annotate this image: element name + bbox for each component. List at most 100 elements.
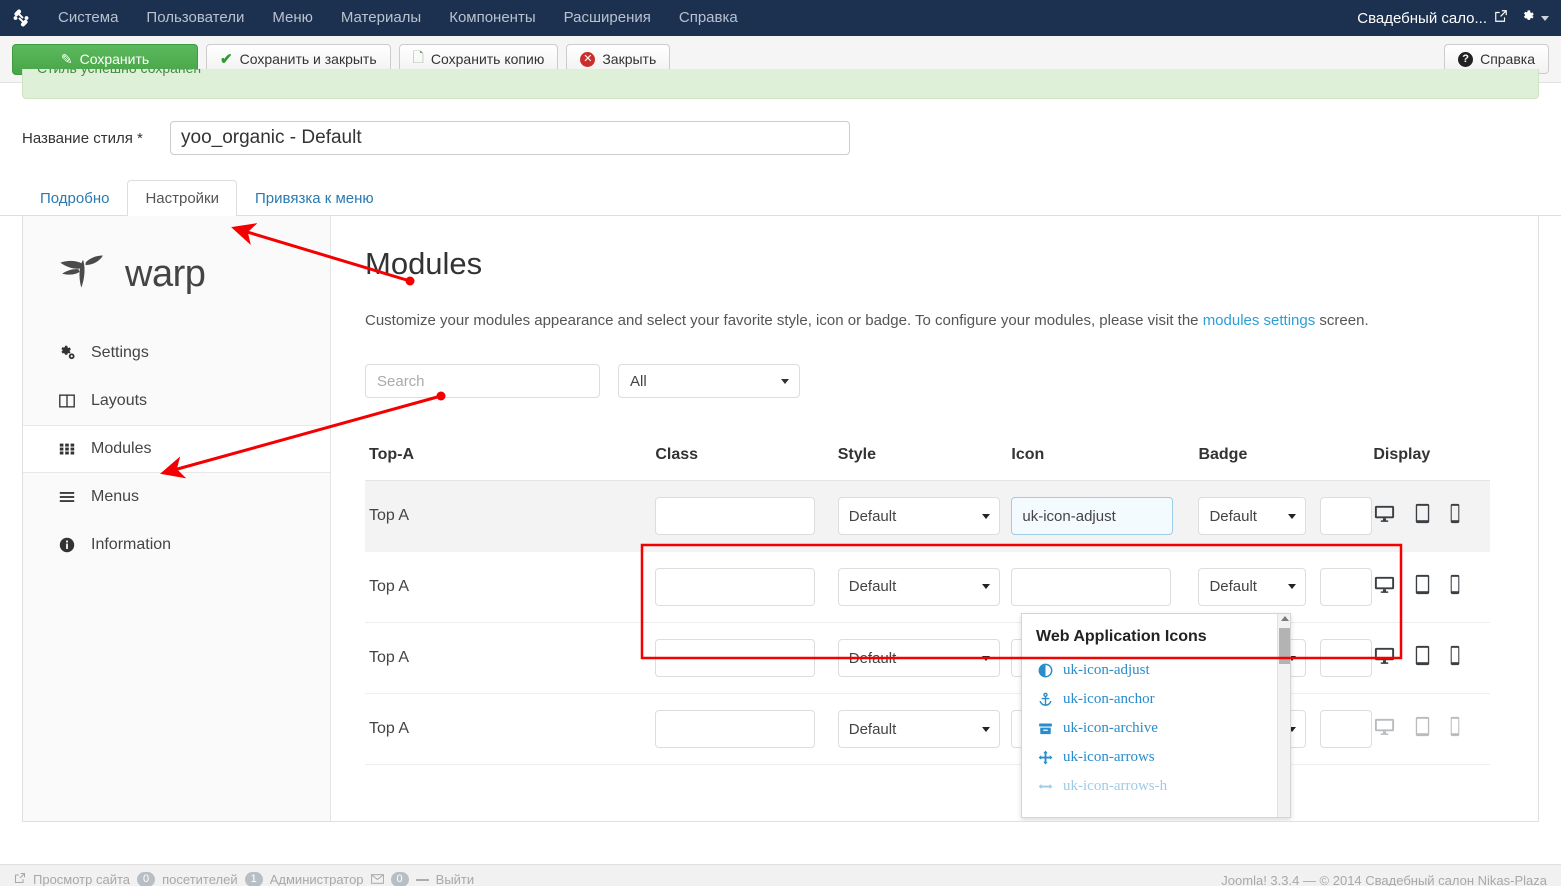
filter-bar: All [365,364,1504,398]
display-toggles [1373,502,1490,530]
row-position-label: Top A [365,623,655,694]
phone-icon[interactable] [1449,644,1461,672]
phone-icon[interactable] [1449,573,1461,601]
badge-select[interactable]: Default [1198,568,1306,606]
autocomplete-item-label: uk-icon-arrows-h [1063,778,1167,795]
chevron-down-icon [982,584,990,589]
scroll-up-icon[interactable] [1281,616,1289,621]
class-input[interactable] [655,639,815,677]
envelope-icon[interactable] [371,872,384,886]
sidebar-item-settings[interactable]: Settings [23,329,330,377]
preview-site-link[interactable]: Просмотр сайта [33,872,130,886]
phone-icon[interactable] [1449,502,1461,530]
tab-details[interactable]: Подробно [22,180,127,216]
visitors-count-badge: 0 [137,872,155,886]
check-icon: ✔ [220,50,233,68]
style-name-row: Название стиля * [0,99,1561,155]
icon-input[interactable] [1011,568,1171,606]
sidebar-item-modules[interactable]: Modules [23,425,330,473]
menu-item-content[interactable]: Материалы [327,0,435,36]
desktop-icon[interactable] [1373,644,1396,672]
filter-select[interactable]: All [618,364,800,398]
warp-settings-panel: warp Settings Layouts [22,216,1539,822]
arrows-icon [1036,750,1054,765]
autocomplete-item-anchor[interactable]: uk-icon-anchor [1022,685,1290,714]
topbar-right: Свадебный сало... [1357,8,1549,28]
gear-icon [1520,8,1536,28]
tablet-icon[interactable] [1414,573,1431,601]
warp-logo-text: warp [125,253,205,296]
style-select[interactable]: Default [838,710,1000,748]
desktop-icon[interactable] [1373,573,1396,601]
column-header-badge: Badge [1198,432,1373,481]
warp-leaf-icon [57,246,109,303]
menu-item-help[interactable]: Справка [665,0,752,36]
chevron-down-icon [982,514,990,519]
phone-icon[interactable] [1449,715,1461,743]
menu-item-users[interactable]: Пользователи [132,0,258,36]
grid-icon [57,440,77,458]
badge-select-value: Default [1209,578,1257,595]
site-name-link[interactable]: Свадебный сало... [1357,9,1508,27]
tablet-icon[interactable] [1414,502,1431,530]
badge-text-input[interactable] [1320,497,1372,535]
modules-settings-link[interactable]: modules settings [1203,312,1316,329]
joomla-logo-icon[interactable] [8,5,34,31]
site-name-label: Свадебный сало... [1357,10,1487,27]
messages-count-badge: 0 [391,872,409,886]
table-row: Top A Default Default [365,694,1490,765]
style-name-input[interactable] [170,121,850,155]
sidebar-item-menus[interactable]: Menus [23,473,330,521]
tab-settings[interactable]: Настройки [127,180,237,216]
class-input[interactable] [655,710,815,748]
table-row: Top A Default Default [365,481,1490,552]
badge-text-input[interactable] [1320,710,1372,748]
autocomplete-item-label: uk-icon-anchor [1063,691,1155,708]
menu-item-components[interactable]: Компоненты [435,0,549,36]
search-input[interactable] [365,364,600,398]
class-input[interactable] [655,568,815,606]
warp-sidebar: warp Settings Layouts [23,216,331,821]
sidebar-item-information[interactable]: Information [23,521,330,569]
badge-text-input[interactable] [1320,568,1372,606]
style-select[interactable]: Default [838,497,1000,535]
sidebar-item-layouts[interactable]: Layouts [23,377,330,425]
autocomplete-scrollbar[interactable] [1277,614,1290,817]
menu-item-system[interactable]: Система [44,0,132,36]
class-input[interactable] [655,497,815,535]
desktop-icon[interactable] [1373,502,1396,530]
filter-select-value: All [630,373,647,390]
style-select[interactable]: Default [838,568,1000,606]
admin-settings-menu[interactable] [1520,8,1549,28]
autocomplete-item-label: uk-icon-adjust [1063,662,1150,679]
badge-text-input[interactable] [1320,639,1372,677]
desktop-icon[interactable] [1373,715,1396,743]
chevron-down-icon [982,727,990,732]
tablet-icon[interactable] [1414,644,1431,672]
style-select[interactable]: Default [838,639,1000,677]
autocomplete-item-arrows[interactable]: uk-icon-arrows [1022,743,1290,772]
style-select-value: Default [849,508,897,525]
help-label: Справка [1480,51,1535,67]
autocomplete-item-archive[interactable]: uk-icon-archive [1022,714,1290,743]
modules-table: Top-A Class Style Icon Badge Display Top… [365,432,1490,765]
scrollbar-thumb[interactable] [1279,628,1290,664]
menu-item-menus[interactable]: Меню [258,0,327,36]
logout-link[interactable]: Выйти [436,872,475,886]
message-area: Стиль успешно сохранен [0,69,1561,99]
editor-tabs: Подробно Настройки Привязка к меню [0,155,1561,216]
chevron-down-icon [1288,584,1296,589]
tablet-icon[interactable] [1414,715,1431,743]
icon-input[interactable] [1011,497,1173,535]
description-text-1: Customize your modules appearance and se… [365,312,1203,329]
badge-select[interactable]: Default [1198,497,1306,535]
arrows-h-icon [1036,779,1054,794]
autocomplete-item-adjust[interactable]: uk-icon-adjust [1022,656,1290,685]
row-position-label: Top A [365,481,655,552]
display-toggles [1373,715,1490,743]
style-select-value: Default [849,650,897,667]
menu-item-extensions[interactable]: Расширения [550,0,665,36]
tab-menu-assignment[interactable]: Привязка к меню [237,180,392,216]
sidebar-item-label: Information [91,536,171,554]
autocomplete-item-arrows-h[interactable]: uk-icon-arrows-h [1022,772,1290,801]
